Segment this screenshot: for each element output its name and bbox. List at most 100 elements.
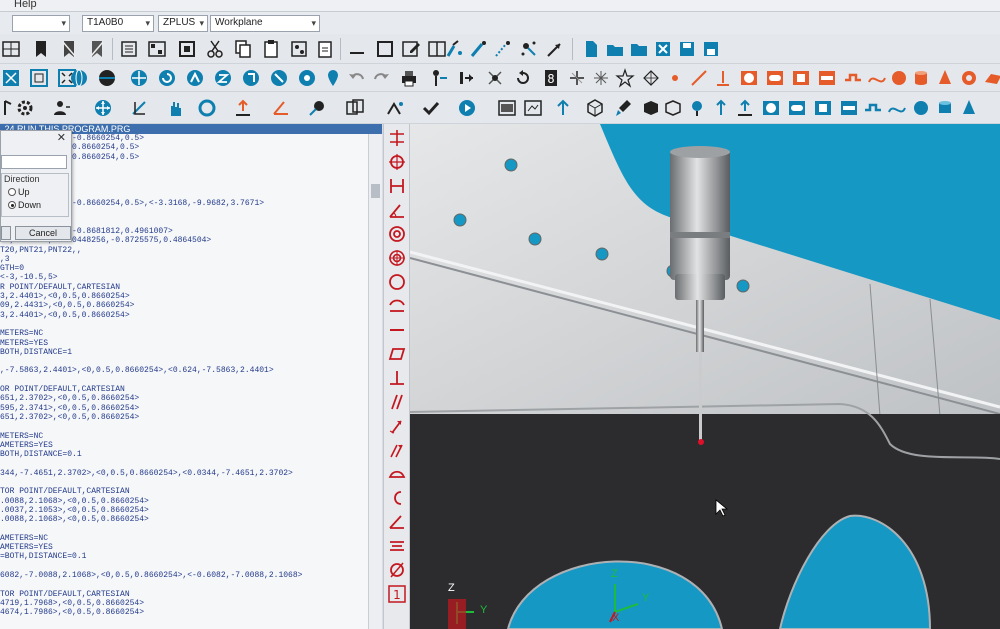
construct-round-icon[interactable] — [387, 272, 407, 292]
code-line[interactable]: ,3 — [0, 255, 368, 264]
output-window-icon[interactable] — [496, 97, 518, 119]
construct-cross-icon[interactable] — [387, 128, 407, 148]
construct-rect-icon[interactable] — [812, 97, 834, 119]
construct-angle-icon[interactable] — [387, 200, 407, 220]
scrollbar-thumb[interactable] — [371, 184, 380, 198]
cube-icon[interactable] — [584, 97, 606, 119]
view-e-icon[interactable] — [296, 67, 318, 89]
grid-icon[interactable] — [0, 38, 22, 60]
maximize-icon[interactable] — [374, 38, 396, 60]
step-icon[interactable] — [456, 67, 478, 89]
code-line[interactable]: TOR POINT/DEFAULT,CARTESIAN — [0, 590, 368, 599]
construct-target-icon[interactable] — [387, 248, 407, 268]
close-file-icon[interactable] — [652, 38, 674, 60]
circle-feature-icon[interactable] — [738, 67, 760, 89]
code-line[interactable] — [0, 478, 368, 487]
editor-scrollbar[interactable] — [368, 134, 382, 629]
plane-combo[interactable]: ZPLUS ▾ — [158, 15, 208, 32]
menu-help[interactable]: Help — [14, 0, 37, 10]
code-line[interactable] — [0, 357, 368, 366]
construct-datum-button[interactable]: 1 — [387, 584, 407, 604]
move-up-icon[interactable] — [552, 97, 574, 119]
code-line[interactable] — [0, 422, 368, 431]
construct-parallel-icon[interactable] — [387, 392, 407, 412]
copy-icon[interactable] — [232, 38, 254, 60]
point-feature-icon[interactable] — [664, 67, 686, 89]
view-d-icon[interactable] — [268, 67, 290, 89]
part-model[interactable] — [410, 124, 1000, 629]
construct-notch-icon[interactable] — [862, 97, 884, 119]
code-line[interactable]: 595,2.3741>,<0,0.5,0.8660254> — [0, 404, 368, 413]
gear-icon[interactable] — [14, 97, 36, 119]
print-icon[interactable] — [398, 67, 420, 89]
hand-icon[interactable] — [164, 97, 186, 119]
code-line[interactable] — [0, 524, 368, 533]
align-icon[interactable] — [128, 97, 150, 119]
code-line[interactable]: AMETERS=NC — [0, 534, 368, 543]
code-line[interactable]: OR POINT/DEFAULT,CARTESIAN — [0, 385, 368, 394]
pin-icon[interactable] — [322, 67, 344, 89]
brush-icon[interactable] — [612, 97, 634, 119]
open-folder-icon[interactable] — [604, 38, 626, 60]
code-line[interactable] — [0, 376, 368, 385]
probe-tip-combo[interactable]: T1A0B0 ▾ — [82, 15, 154, 32]
frame-icon[interactable] — [176, 38, 198, 60]
clipboard-icon[interactable] — [314, 38, 336, 60]
code-line[interactable]: T20,PNT21,PNT22,, — [0, 246, 368, 255]
report-icon[interactable] — [118, 38, 140, 60]
cut-icon[interactable] — [204, 38, 226, 60]
probe-toggle-icon[interactable] — [444, 38, 466, 60]
curve-feature-icon[interactable] — [866, 67, 888, 89]
globe-view-icon[interactable] — [68, 67, 90, 89]
axes-alt-icon[interactable] — [590, 67, 612, 89]
construct-profile-icon[interactable] — [387, 296, 407, 316]
probe-tip-icon[interactable] — [686, 97, 708, 119]
probe-readout-icon[interactable] — [518, 38, 540, 60]
construct-ring-icon[interactable] — [387, 224, 407, 244]
code-line[interactable]: 651,2.3702>,<0,0.5,0.8660254> — [0, 413, 368, 422]
upload-icon[interactable] — [232, 97, 254, 119]
probe-mode-icon[interactable] — [428, 67, 450, 89]
surface-feature-icon[interactable] — [982, 67, 1000, 89]
box-icon[interactable] — [640, 97, 662, 119]
cylinder-feature-icon[interactable] — [910, 67, 932, 89]
code-line[interactable]: 3,2.4401>,<0,0.5,0.8660254> — [0, 311, 368, 320]
rotate-table-icon[interactable] — [512, 67, 534, 89]
construct-runout-icon[interactable] — [387, 416, 407, 436]
code-line[interactable]: 4674,1.7986>,<0,0.5,0.8660254> — [0, 608, 368, 617]
paste-icon[interactable] — [260, 38, 282, 60]
construct-cone-icon[interactable] — [958, 97, 980, 119]
construct-circle-center-icon[interactable] — [387, 152, 407, 172]
view-a-icon[interactable] — [184, 67, 206, 89]
minimize-icon[interactable] — [346, 38, 368, 60]
construct-slot-icon[interactable] — [786, 97, 808, 119]
code-line[interactable]: R POINT/DEFAULT,CARTESIAN — [0, 283, 368, 292]
graphics-view[interactable]: Z Y Z Y X — [410, 124, 1000, 629]
direction-up-radio[interactable]: Up — [8, 187, 30, 197]
probe-arrow-icon[interactable] — [544, 38, 566, 60]
path-edit-icon[interactable] — [306, 97, 328, 119]
construct-sphere-icon[interactable] — [910, 97, 932, 119]
code-line[interactable] — [0, 562, 368, 571]
box-wire-icon[interactable] — [662, 97, 684, 119]
workplane-combo[interactable]: Workplane ▾ — [210, 15, 320, 32]
construct-flatness-icon[interactable] — [387, 344, 407, 364]
move-icon[interactable] — [92, 97, 114, 119]
window-edit-icon[interactable] — [400, 38, 422, 60]
rotate-view-icon[interactable] — [128, 67, 150, 89]
solid-view-icon[interactable] — [96, 67, 118, 89]
counter-8-icon[interactable]: 8 — [540, 67, 562, 89]
code-line[interactable] — [0, 459, 368, 468]
angle-icon[interactable] — [270, 97, 292, 119]
play-icon[interactable] — [456, 97, 478, 119]
bookmark-clear-icon[interactable] — [86, 38, 108, 60]
wireframe-icon[interactable] — [640, 67, 662, 89]
construct-symmetry-icon[interactable] — [387, 536, 407, 556]
probe-dotted-icon[interactable] — [492, 38, 514, 60]
line-feature-icon[interactable] — [688, 67, 710, 89]
cancel-button[interactable]: Cancel — [15, 226, 71, 240]
cone-feature-icon[interactable] — [934, 67, 956, 89]
paste-special-icon[interactable] — [288, 38, 310, 60]
code-line[interactable]: AMETERS=YES — [0, 543, 368, 552]
code-line[interactable]: 4719,1.7968>,<0,0.5,0.8660254> — [0, 599, 368, 608]
